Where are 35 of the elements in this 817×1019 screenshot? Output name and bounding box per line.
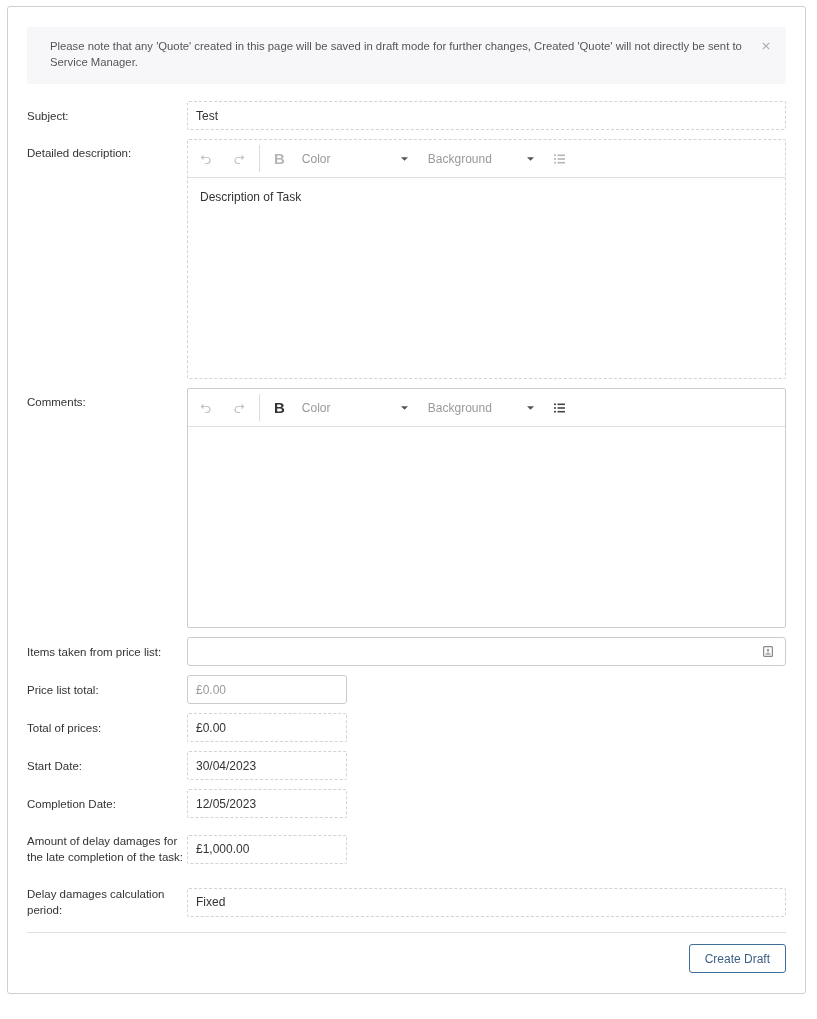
- field-label: Detailed description:: [27, 146, 133, 161]
- redo-icon[interactable]: [233, 152, 245, 165]
- currency-field[interactable]: £0.00: [187, 675, 347, 704]
- field-label: Start Date:: [27, 758, 83, 774]
- bulleted-list-icon[interactable]: [553, 402, 565, 413]
- caret-icon: [400, 156, 408, 161]
- field-label: Price list total:: [27, 682, 100, 698]
- redo-icon[interactable]: [233, 401, 245, 414]
- date-field[interactable]: 12/05/2023: [187, 789, 347, 818]
- undo-icon[interactable]: [200, 152, 212, 165]
- currency-field[interactable]: £0.00: [187, 713, 347, 742]
- lookup-field[interactable]: [187, 637, 786, 666]
- field-label: Subject:: [27, 108, 70, 124]
- field-label: Items taken from price list:: [27, 644, 163, 660]
- currency-field[interactable]: £1,000.00: [187, 834, 347, 864]
- close-icon[interactable]: [762, 42, 770, 50]
- select-field[interactable]: Fixed: [187, 887, 786, 917]
- notice-text: Please note that any 'Quote' created in this page will be saved in draft mode for further changes, Created 'Quote' will not directly be sent to Service Manager.: [50, 39, 743, 70]
- field-label: Completion Date:: [27, 796, 117, 812]
- rich-text-editor[interactable]: B Color Background Description of Task: [187, 139, 786, 379]
- field-label: Delay damages calculation period:: [27, 887, 166, 918]
- date-field[interactable]: 30/04/2023: [187, 751, 347, 780]
- caret-icon: [526, 156, 534, 161]
- rich-text-editor[interactable]: B Color Background: [187, 388, 786, 628]
- create-draft-button[interactable]: Create Draft: [688, 944, 786, 973]
- caret-icon: [526, 405, 534, 410]
- bold-button[interactable]: B: [274, 400, 285, 415]
- upload-icon[interactable]: [763, 646, 773, 657]
- field-label: Amount of delay damages for the late completion of the task:: [27, 834, 184, 865]
- undo-icon[interactable]: [200, 401, 212, 414]
- field-label: Total of prices:: [27, 720, 103, 736]
- caret-icon: [400, 405, 408, 410]
- field-label: Comments:: [27, 395, 87, 410]
- subject-field[interactable]: Test: [187, 101, 786, 130]
- editor-text: Description of Task: [200, 189, 303, 205]
